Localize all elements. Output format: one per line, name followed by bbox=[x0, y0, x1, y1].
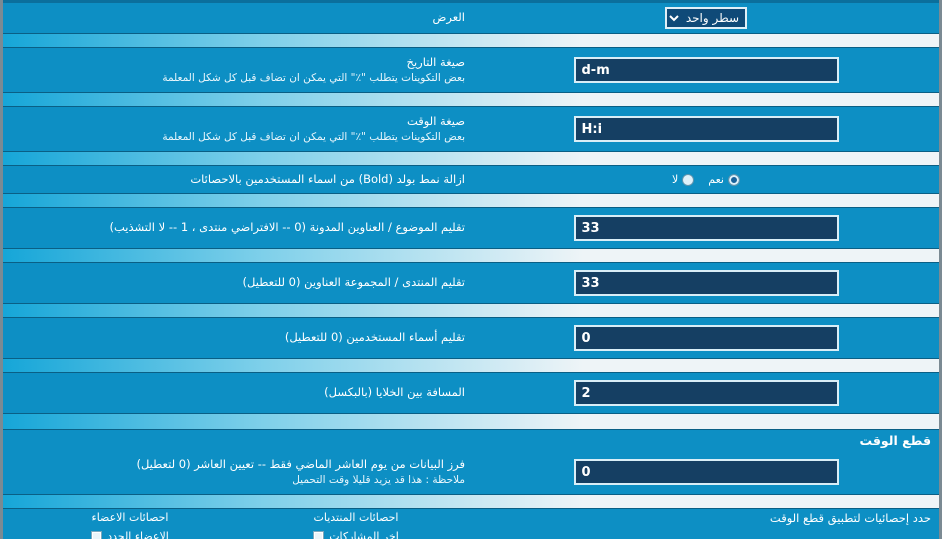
stats-selection-label: حدد إحصائيات لتطبيق قطع الوقت bbox=[769, 511, 931, 525]
display-mode-select[interactable]: سطر واحد bbox=[665, 7, 747, 29]
trim-usernames-control-cell bbox=[473, 325, 939, 351]
setting-row-date-format: صيغة التاريخ بعض التكوينات يتطلب "٪" الت… bbox=[3, 48, 939, 92]
date-format-label-cell: صيغة التاريخ بعض التكوينات يتطلب "٪" الت… bbox=[3, 55, 473, 85]
setting-row-time-format: صيغة الوقت بعض التكوينات يتطلب "٪" التي … bbox=[3, 107, 939, 151]
trim-usernames-input[interactable] bbox=[573, 325, 839, 351]
stats-selection-label-cell: حدد إحصائيات لتطبيق قطع الوقت bbox=[469, 511, 939, 539]
trim-topic-label-cell: تقليم الموضوع / العناوين المدونة (0 -- ا… bbox=[3, 220, 473, 236]
trim-usernames-label: تقليم أسماء المستخدمين (0 للتعطيل) bbox=[284, 330, 465, 345]
separator-1 bbox=[3, 33, 939, 48]
cell-spacing-control-cell bbox=[473, 380, 939, 406]
trim-forum-titles-input[interactable] bbox=[573, 270, 839, 296]
remove-bold-radio-group: نعم لا bbox=[672, 173, 740, 186]
trim-topic-titles-input[interactable] bbox=[573, 215, 839, 241]
time-format-control-cell bbox=[473, 116, 939, 142]
radio-yes-icon[interactable] bbox=[728, 173, 740, 186]
display-control-cell: سطر واحد bbox=[473, 7, 939, 29]
remove-bold-no-option[interactable]: لا bbox=[672, 173, 695, 186]
checkbox-row-latest-posts[interactable]: اخر المشاركات bbox=[243, 527, 469, 539]
separator-4 bbox=[3, 193, 939, 208]
setting-row-time-cut: فرز البيانات من يوم العاشر الماضي فقط --… bbox=[3, 450, 939, 494]
separator-2 bbox=[3, 92, 939, 107]
checkbox-label: الاعضاء الجدد bbox=[107, 530, 169, 539]
remove-bold-yes-option[interactable]: نعم bbox=[708, 173, 740, 186]
stats-selection-block: حدد إحصائيات لتطبيق قطع الوقت احصائات ال… bbox=[3, 509, 939, 539]
time-cut-label-cell: فرز البيانات من يوم العاشر الماضي فقط --… bbox=[3, 457, 473, 487]
date-format-control-cell bbox=[473, 57, 939, 83]
time-cut-label: فرز البيانات من يوم العاشر الماضي فقط --… bbox=[136, 457, 465, 472]
setting-row-cell-spacing: المسافة بين الخلايا (بالبكسل) bbox=[3, 373, 939, 413]
forum-stats-column: احصائات المنتديات اخر المشاركات آخر أخبا… bbox=[243, 511, 469, 539]
display-label-cell: العرض bbox=[3, 10, 473, 26]
member-stats-column: احصائات الاعضاء الاعضاء الجدد اعلى المشا… bbox=[17, 511, 243, 539]
time-cut-hint: ملاحظة : هذا قد يزيد قليلا وقت التحميل bbox=[292, 473, 465, 486]
time-cut-control-cell bbox=[473, 459, 939, 485]
separator-6 bbox=[3, 303, 939, 318]
trim-topic-control-cell bbox=[473, 215, 939, 241]
display-label: العرض bbox=[432, 10, 466, 25]
section-title-time-cut: قطع الوقت bbox=[3, 430, 939, 450]
trim-forum-label-cell: تقليم المنتدى / المجموعة العناوين (0 للت… bbox=[3, 275, 473, 291]
checkbox-icon[interactable] bbox=[313, 531, 325, 539]
setting-row-trim-topic-titles: تقليم الموضوع / العناوين المدونة (0 -- ا… bbox=[3, 208, 939, 248]
settings-panel: سطر واحد العرض صيغة التاريخ بعض التكوينا… bbox=[0, 0, 942, 539]
trim-usernames-label-cell: تقليم أسماء المستخدمين (0 للتعطيل) bbox=[3, 330, 473, 346]
remove-bold-label-cell: ازالة نمط بولد (Bold) من اسماء المستخدمي… bbox=[3, 172, 473, 188]
time-format-hint: بعض التكوينات يتطلب "٪" التي يمكن ان تضا… bbox=[162, 130, 465, 143]
checkbox-row-new-members[interactable]: الاعضاء الجدد bbox=[17, 527, 243, 539]
radio-no-label: لا bbox=[672, 173, 679, 186]
remove-bold-label: ازالة نمط بولد (Bold) من اسماء المستخدمي… bbox=[190, 171, 465, 186]
cell-spacing-input[interactable] bbox=[573, 380, 839, 406]
radio-no-icon[interactable] bbox=[682, 173, 695, 186]
separator-7 bbox=[3, 358, 939, 373]
trim-forum-control-cell bbox=[473, 270, 939, 296]
separator-9 bbox=[3, 494, 939, 509]
setting-row-trim-forum-titles: تقليم المنتدى / المجموعة العناوين (0 للت… bbox=[3, 263, 939, 303]
checkbox-icon[interactable] bbox=[91, 531, 103, 539]
cell-spacing-label: المسافة بين الخلايا (بالبكسل) bbox=[324, 385, 465, 400]
cell-spacing-label-cell: المسافة بين الخلايا (بالبكسل) bbox=[3, 385, 473, 401]
setting-row-display: سطر واحد العرض bbox=[3, 3, 939, 33]
setting-row-trim-usernames: تقليم أسماء المستخدمين (0 للتعطيل) bbox=[3, 318, 939, 358]
separator-3 bbox=[3, 151, 939, 166]
forum-stats-header: احصائات المنتديات bbox=[313, 511, 399, 524]
date-format-label: صيغة التاريخ bbox=[406, 55, 465, 70]
checkbox-label: اخر المشاركات bbox=[329, 530, 399, 539]
radio-yes-label: نعم bbox=[708, 173, 724, 186]
separator-5 bbox=[3, 248, 939, 263]
member-stats-header: احصائات الاعضاء bbox=[91, 511, 169, 524]
time-format-label: صيغة الوقت bbox=[406, 114, 465, 129]
trim-topic-titles-label: تقليم الموضوع / العناوين المدونة (0 -- ا… bbox=[109, 220, 465, 235]
setting-row-remove-bold: نعم لا ازالة نمط بولد (Bold) من اسماء ال… bbox=[3, 166, 939, 193]
trim-forum-titles-label: تقليم المنتدى / المجموعة العناوين (0 للت… bbox=[242, 275, 465, 290]
time-format-input[interactable] bbox=[573, 116, 839, 142]
time-cut-input[interactable] bbox=[573, 459, 839, 485]
date-format-hint: بعض التكوينات يتطلب "٪" التي يمكن ان تضا… bbox=[162, 71, 465, 84]
date-format-input[interactable] bbox=[573, 57, 839, 83]
time-format-label-cell: صيغة الوقت بعض التكوينات يتطلب "٪" التي … bbox=[3, 114, 473, 144]
separator-8 bbox=[3, 413, 939, 430]
remove-bold-control-cell: نعم لا bbox=[473, 173, 939, 186]
